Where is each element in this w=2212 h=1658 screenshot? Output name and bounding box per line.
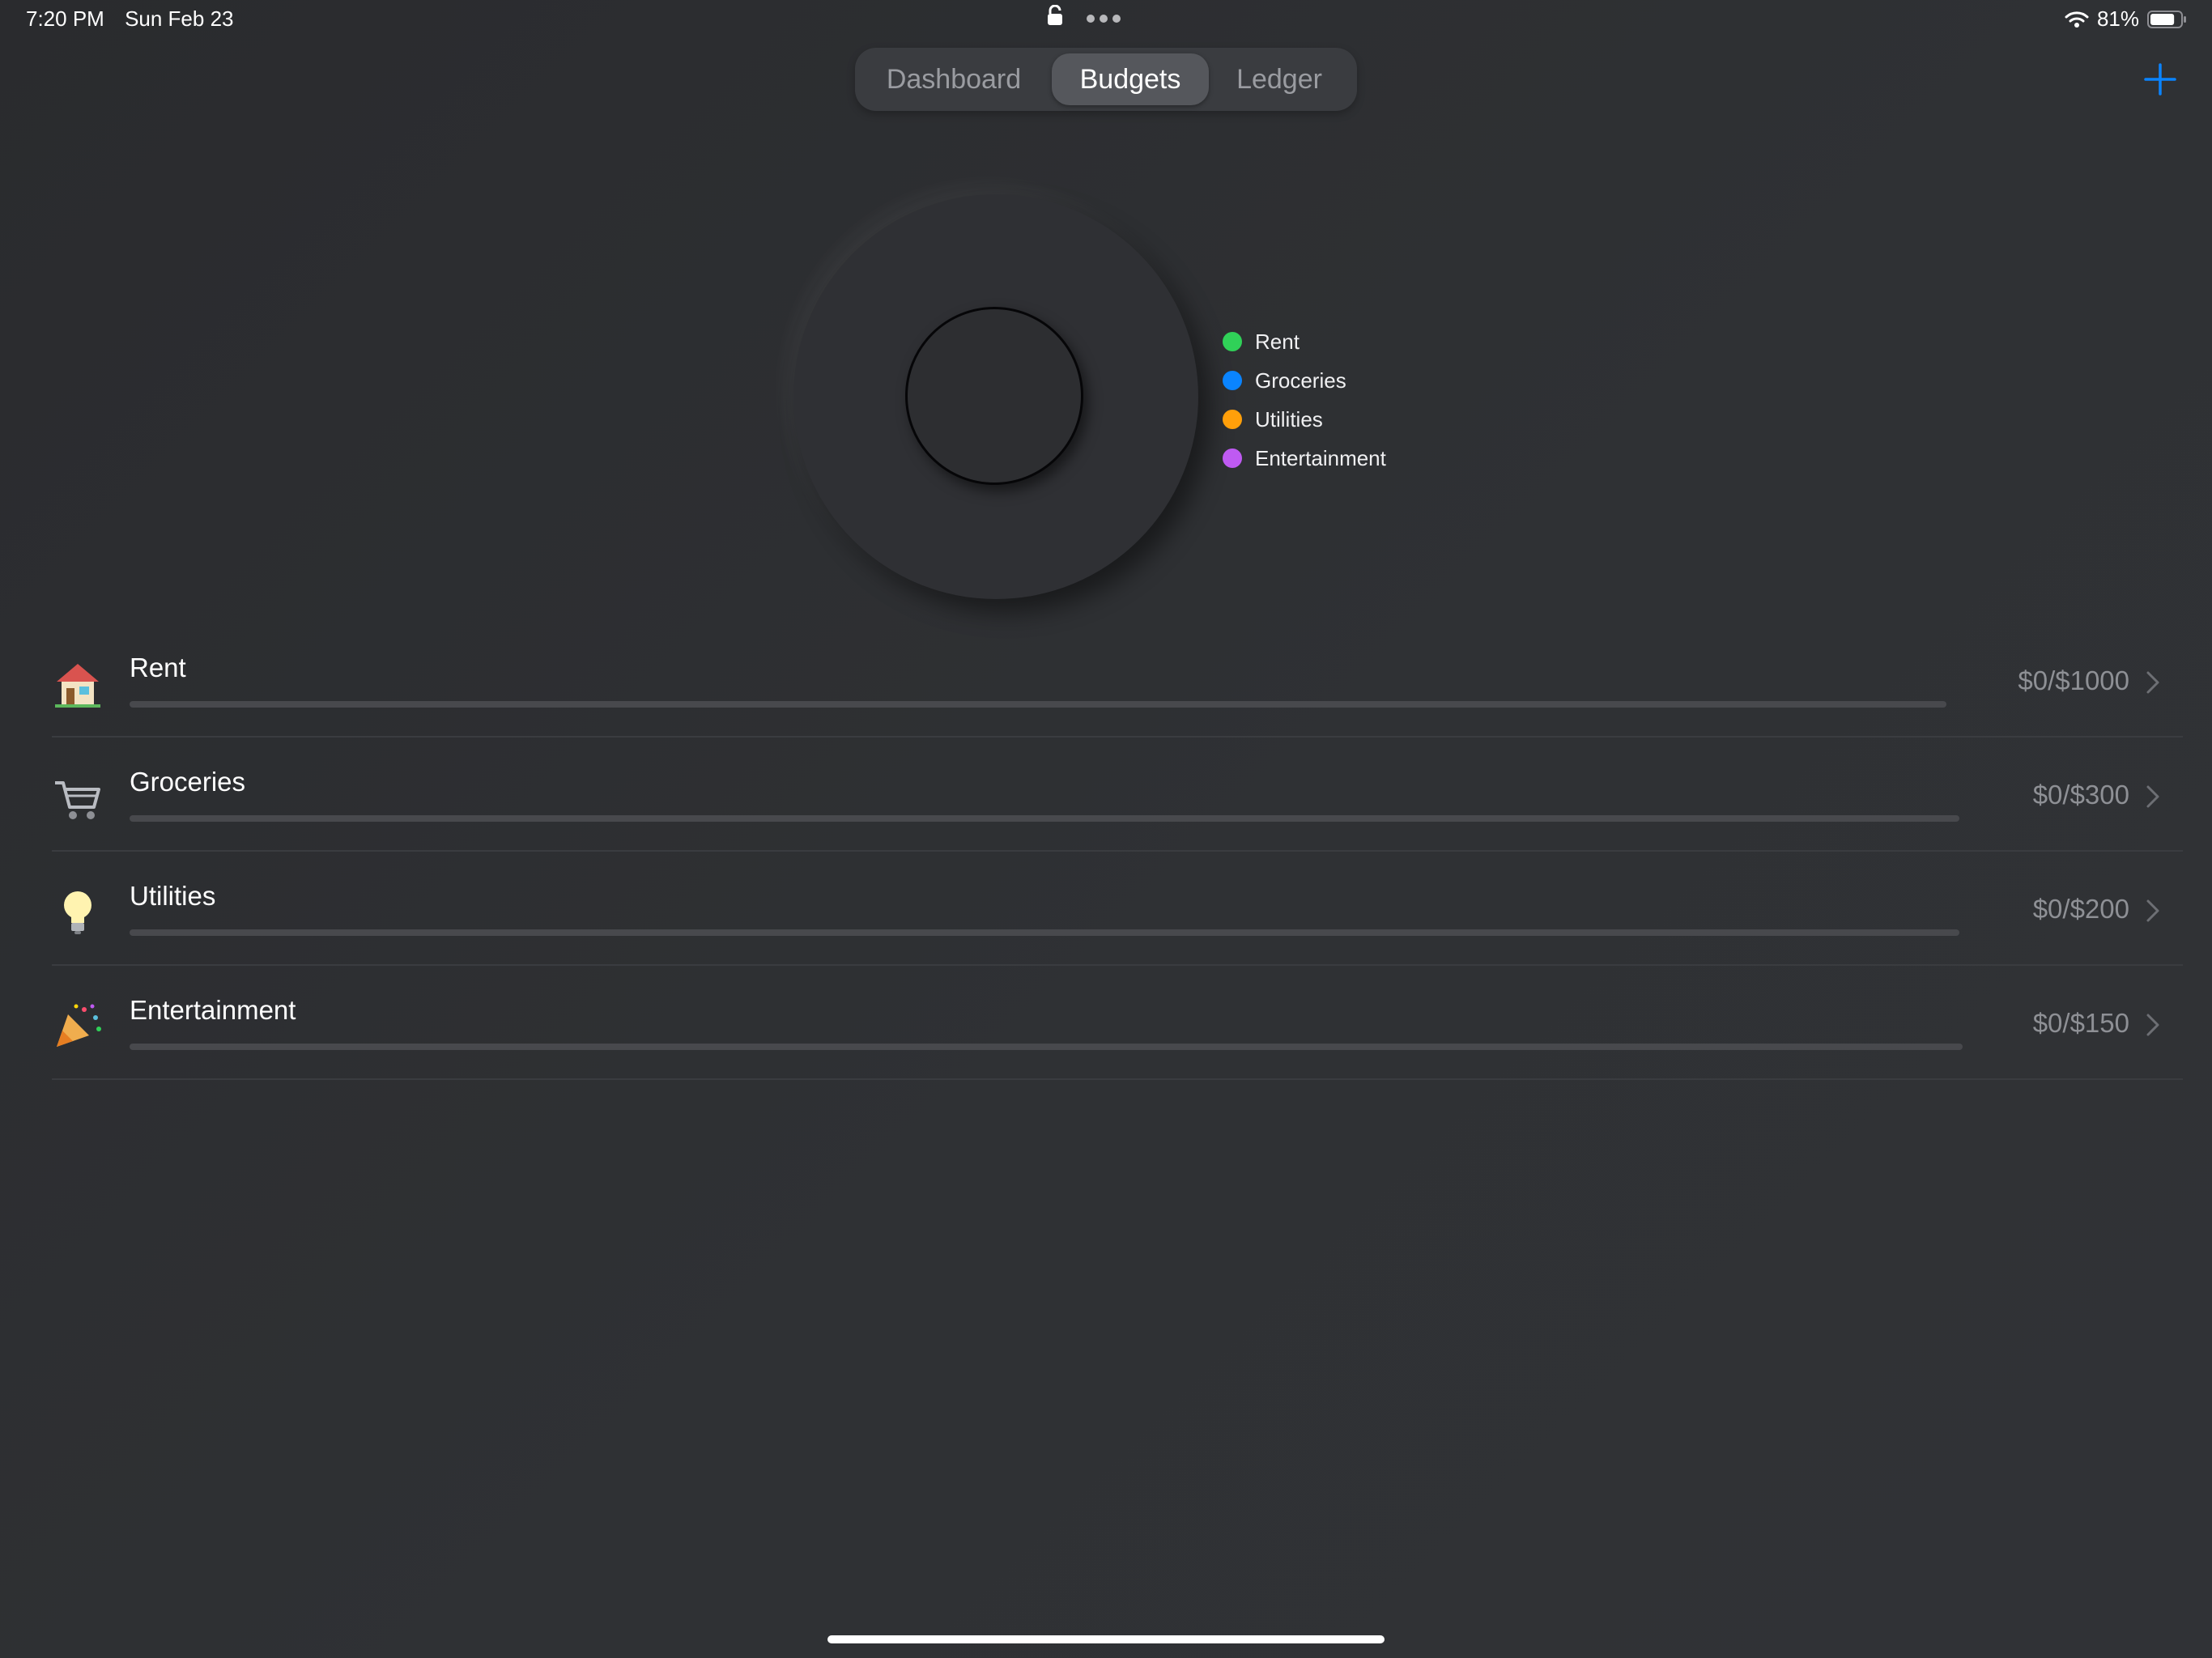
budget-list: Rent $0/$1000 Groceries $0/$300 Utilitie… (52, 623, 2183, 1080)
budget-amount: $0/$150 (2032, 1008, 2129, 1038)
budget-name: Utilities (130, 881, 216, 911)
shopping-cart-icon (55, 781, 100, 819)
legend-dot-icon (1223, 371, 1242, 390)
donut-center-button[interactable] (905, 307, 1083, 485)
tab-dashboard[interactable]: Dashboard (870, 53, 1038, 105)
legend-dot-icon (1223, 449, 1242, 468)
house-icon (55, 664, 100, 708)
chart-legend: Rent Groceries Utilities Entertainment (1223, 322, 1386, 478)
lock-icon (1048, 5, 1062, 25)
budget-progress-bar (130, 815, 1959, 822)
battery-icon (2147, 10, 2186, 28)
multitasking-dots-icon[interactable] (1087, 15, 1121, 23)
tab-budgets[interactable]: Budgets (1052, 53, 1209, 105)
wifi-icon (2065, 11, 2089, 28)
status-time: 7:20 PM (26, 6, 104, 31)
budget-row-utilities[interactable]: Utilities $0/$200 (52, 852, 2183, 966)
chevron-right-icon (2146, 899, 2159, 922)
budget-amount: $0/$300 (2032, 780, 2129, 810)
chevron-right-icon (2146, 671, 2159, 694)
budget-row-entertainment[interactable]: Entertainment $0/$150 (52, 966, 2183, 1080)
view-segmented-control: Dashboard Budgets Ledger (855, 48, 1357, 111)
legend-label: Groceries (1255, 368, 1346, 393)
tab-ledger[interactable]: Ledger (1219, 53, 1339, 105)
legend-item-entertainment: Entertainment (1223, 439, 1386, 478)
chevron-right-icon (2146, 1014, 2159, 1036)
budget-name: Groceries (130, 767, 246, 797)
budget-row-groceries[interactable]: Groceries $0/$300 (52, 738, 2183, 852)
legend-dot-icon (1223, 410, 1242, 429)
legend-item-rent: Rent (1223, 322, 1386, 361)
legend-dot-icon (1223, 332, 1242, 351)
budget-progress-bar (130, 929, 1959, 936)
legend-label: Utilities (1255, 406, 1323, 432)
legend-item-utilities: Utilities (1223, 400, 1386, 439)
add-icon[interactable] (2144, 63, 2176, 96)
budget-progress-bar (130, 701, 1946, 708)
budget-progress-bar (130, 1044, 1963, 1050)
home-indicator[interactable] (827, 1635, 1385, 1643)
legend-label: Entertainment (1255, 445, 1386, 470)
legend-label: Rent (1255, 329, 1300, 354)
light-bulb-icon (64, 891, 91, 934)
budget-row-rent[interactable]: Rent $0/$1000 (52, 623, 2183, 738)
budget-amount: $0/$200 (2032, 894, 2129, 924)
budget-amount: $0/$1000 (2018, 665, 2129, 695)
budget-name: Rent (130, 653, 186, 682)
legend-item-groceries: Groceries (1223, 361, 1386, 400)
status-date: Sun Feb 23 (125, 6, 234, 31)
party-popper-icon (57, 1004, 101, 1047)
budget-name: Entertainment (130, 995, 296, 1025)
battery-percent: 81% (2096, 6, 2139, 31)
chevron-right-icon (2146, 785, 2159, 808)
